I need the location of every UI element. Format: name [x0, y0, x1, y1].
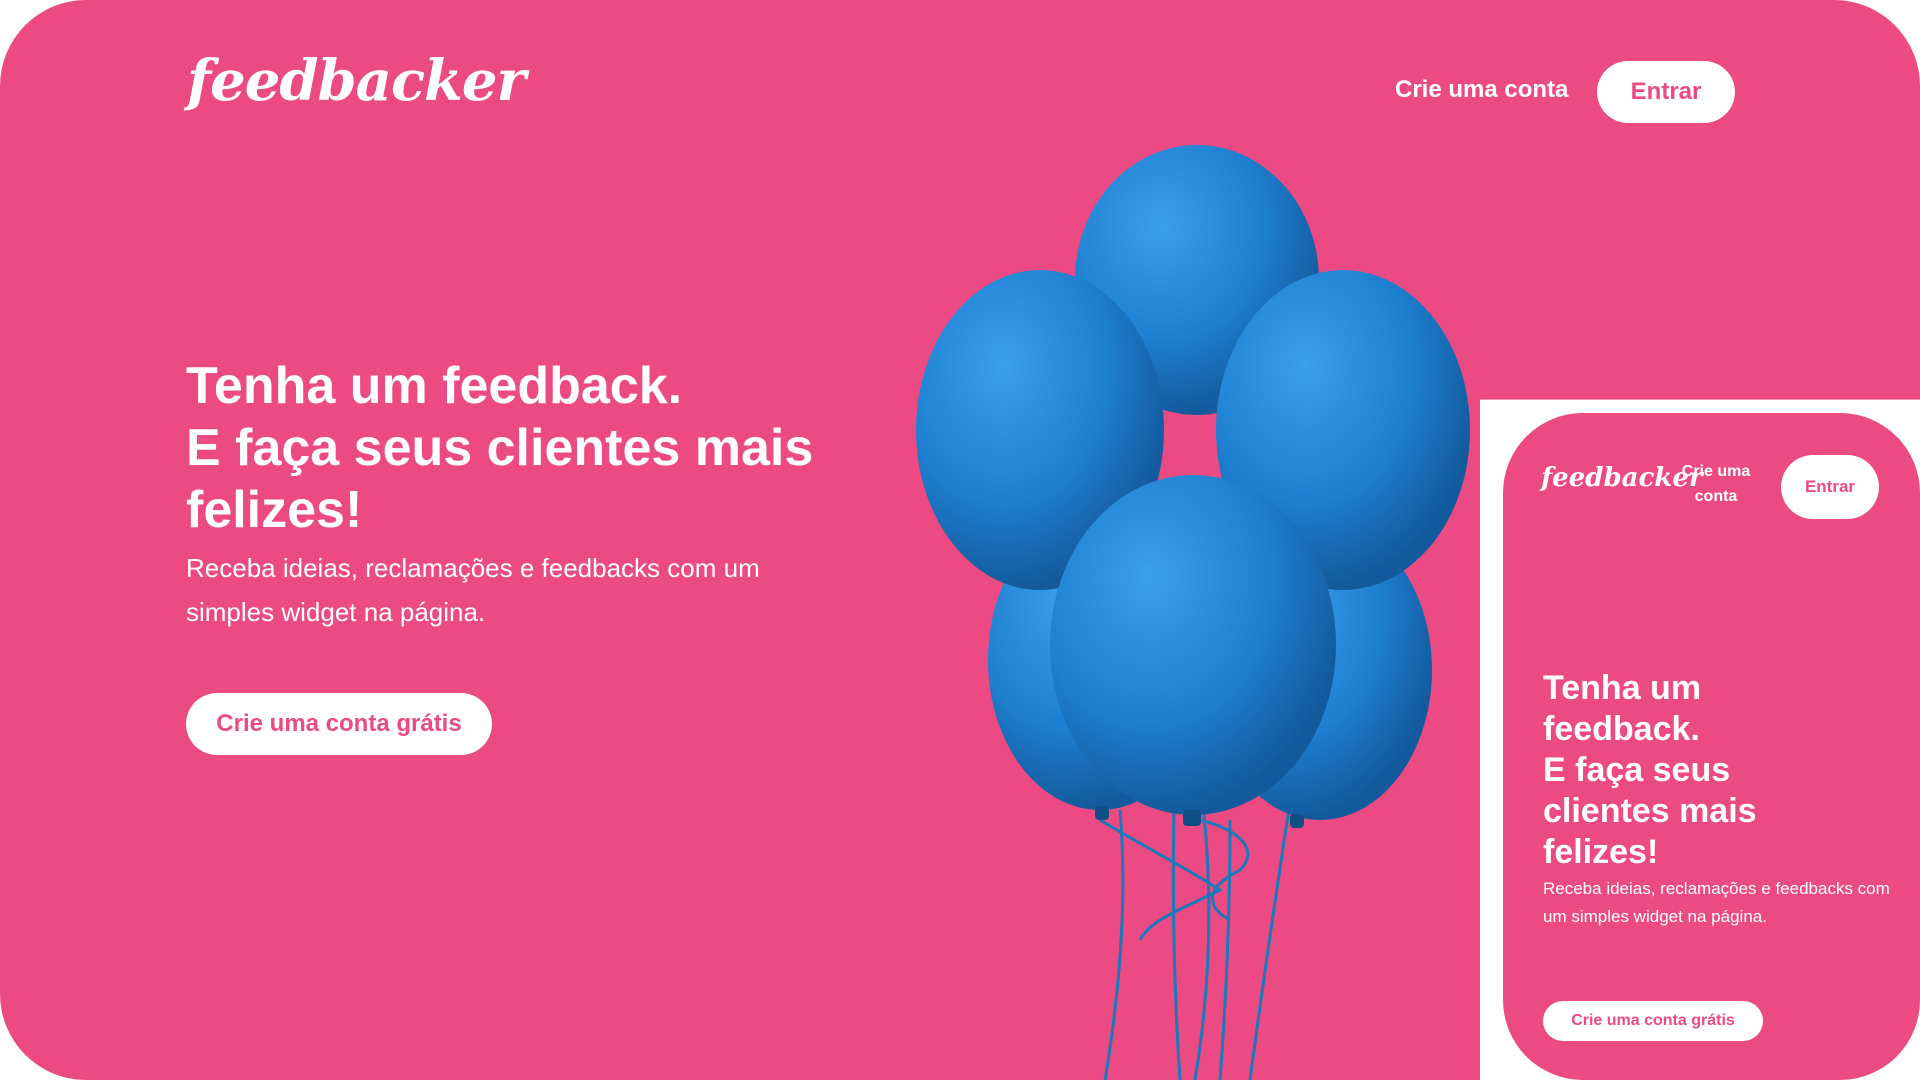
mobile-create-free-account-button[interactable]: Crie uma conta grátis — [1543, 1001, 1763, 1041]
mobile-hero-subtitle: Receba ideias, reclamações e feedbacks c… — [1543, 879, 1890, 926]
login-button[interactable]: Entrar — [1597, 61, 1735, 123]
mobile-hero-title: Tenha um feedback. E faça seus clientes … — [1543, 668, 1843, 873]
hero-subtitle: Receba ideias, reclamações e feedbacks c… — [186, 553, 760, 627]
create-account-link[interactable]: Crie uma conta — [1395, 76, 1568, 104]
hero-title-line2: E faça seus clientes mais felizes! — [186, 419, 814, 539]
mobile-landing-panel: feedbacker Crie uma conta Entrar Tenha u… — [1503, 413, 1920, 1080]
hero-title-line1: Tenha um feedback. — [186, 357, 683, 415]
logo[interactable]: feedbacker — [187, 48, 526, 114]
balloon — [1050, 475, 1336, 815]
create-free-account-button[interactable]: Crie uma conta grátis — [186, 693, 492, 755]
mobile-hero-title-line1: Tenha um feedback. — [1543, 669, 1702, 748]
mobile-login-button[interactable]: Entrar — [1781, 455, 1879, 519]
hero-title: Tenha um feedback. E faça seus clientes … — [186, 355, 866, 541]
balloons-illustration — [916, 145, 1470, 1080]
mobile-create-account-link[interactable]: Crie uma conta — [1671, 459, 1761, 509]
mobile-hero-title-line2: E faça seus clientes mais felizes! — [1543, 751, 1757, 871]
